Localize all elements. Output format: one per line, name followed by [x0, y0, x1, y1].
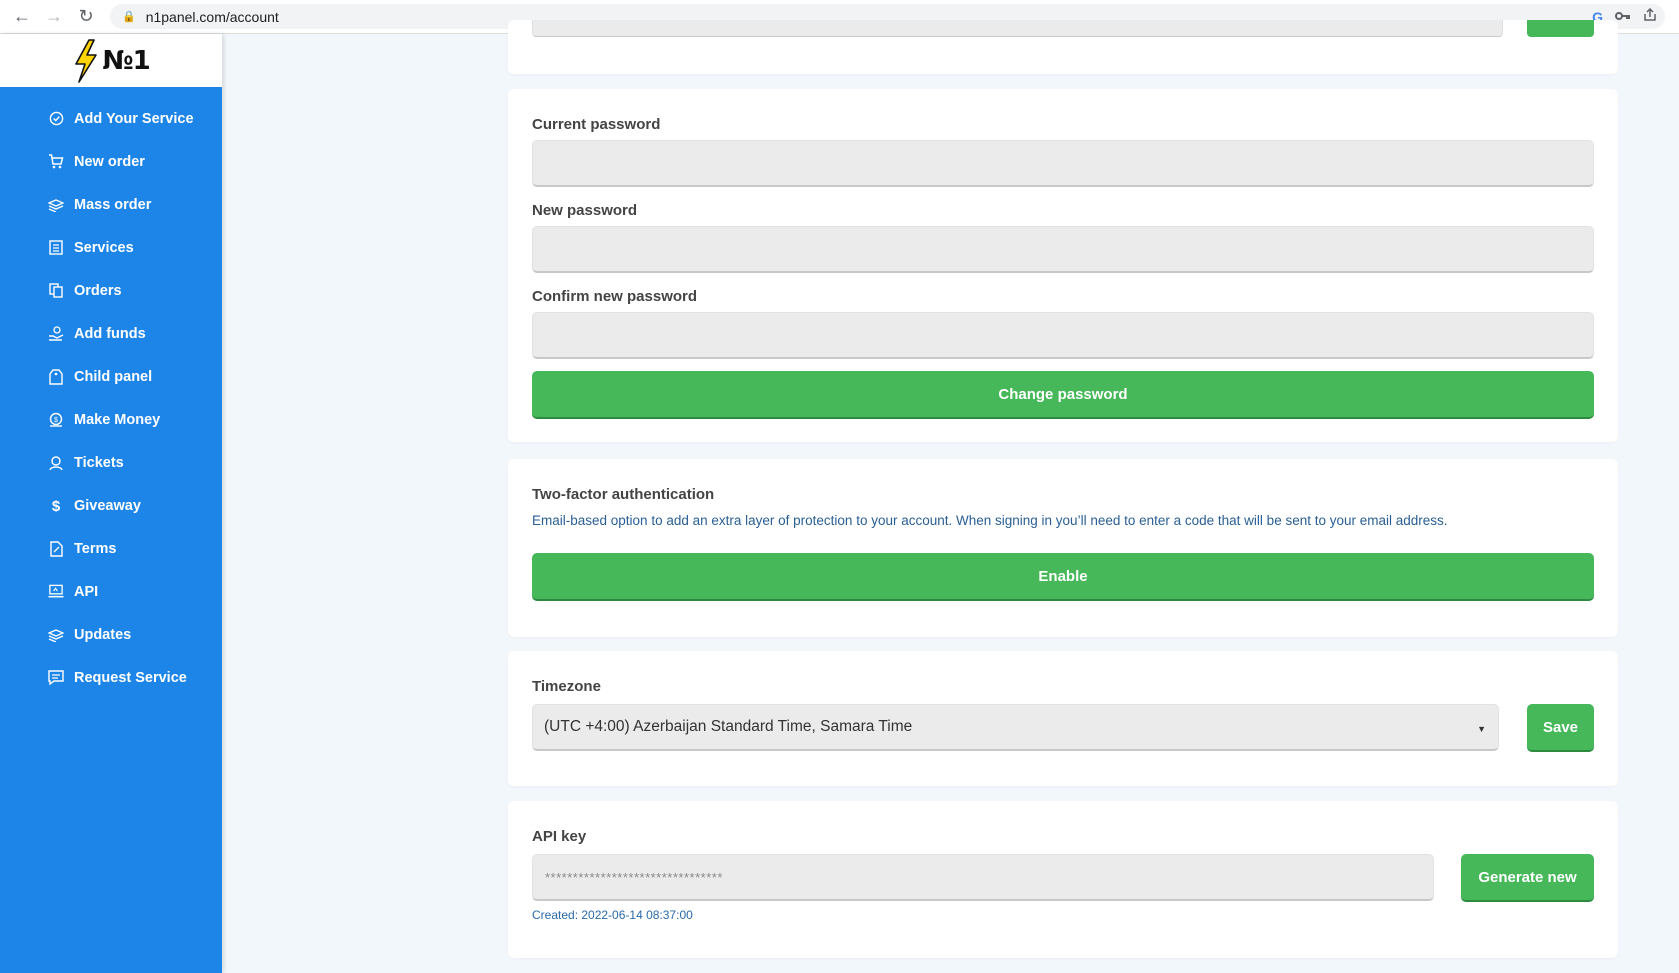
change-password-button[interactable]: Change password: [532, 371, 1594, 419]
api-key-field[interactable]: ********************************: [532, 854, 1434, 901]
sidebar: №1 Add Your Service New order Mass order…: [0, 34, 222, 973]
lock-icon: 🔒: [122, 11, 136, 23]
layers-icon: [48, 197, 64, 213]
share-icon[interactable]: [1643, 7, 1657, 25]
api-key-created-date: Created: 2022-06-14 08:37:00: [532, 908, 693, 922]
timezone-select[interactable]: (UTC +4:00) Azerbaijan Standard Time, Sa…: [532, 704, 1499, 751]
timezone-card: Timezone (UTC +4:00) Azerbaijan Standard…: [508, 651, 1618, 786]
check-circle-icon: [48, 111, 64, 127]
two-factor-card: Two-factor authentication Email-based op…: [508, 459, 1618, 637]
sidebar-item-child-panel[interactable]: Child panel: [0, 355, 222, 398]
new-password-label: New password: [532, 202, 638, 219]
copy-icon: [48, 283, 64, 299]
two-factor-title: Two-factor authentication: [532, 486, 715, 503]
sidebar-item-api[interactable]: API: [0, 570, 222, 613]
layers-icon: [48, 627, 64, 643]
document-icon: [48, 540, 64, 557]
api-key-value: ********************************: [545, 869, 723, 885]
sidebar-item-terms[interactable]: Terms: [0, 527, 222, 570]
coin-icon: $: [48, 412, 64, 428]
hand-money-icon: [48, 326, 64, 342]
sidebar-item-add-your-service[interactable]: Add Your Service: [0, 97, 222, 140]
sidebar-item-label: Services: [74, 239, 134, 256]
list-icon: [48, 240, 64, 256]
api-key-label: API key: [532, 828, 587, 845]
confirm-password-label: Confirm new password: [532, 288, 698, 305]
sidebar-item-make-money[interactable]: $ Make Money: [0, 398, 222, 441]
two-factor-description: Email-based option to add an extra layer…: [532, 513, 1448, 528]
email-save-button[interactable]: [1527, 20, 1594, 37]
sidebar-item-mass-order[interactable]: Mass order: [0, 183, 222, 226]
sidebar-item-label: Add Your Service: [74, 110, 194, 127]
support-icon: [48, 455, 64, 471]
sidebar-item-label: Child panel: [74, 368, 153, 385]
sidebar-item-label: Tickets: [74, 454, 124, 471]
sidebar-item-label: Request Service: [74, 669, 187, 686]
sidebar-item-updates[interactable]: Updates: [0, 613, 222, 656]
sidebar-item-label: Make Money: [74, 411, 161, 428]
timezone-label: Timezone: [532, 678, 601, 695]
timezone-save-button[interactable]: Save: [1527, 704, 1594, 752]
sidebar-item-add-funds[interactable]: Add funds: [0, 312, 222, 355]
caret-down-icon: ▼: [1477, 724, 1486, 734]
sidebar-item-label: New order: [74, 153, 145, 170]
sidebar-item-label: API: [74, 583, 99, 600]
sidebar-nav: Add Your Service New order Mass order Se…: [0, 97, 222, 699]
sidebar-item-new-order[interactable]: New order: [0, 140, 222, 183]
sidebar-item-giveaway[interactable]: $ Giveaway: [0, 484, 222, 527]
dollar-icon: $: [48, 498, 64, 514]
sidebar-item-orders[interactable]: Orders: [0, 269, 222, 312]
generate-api-key-button[interactable]: Generate new: [1461, 854, 1594, 902]
enable-2fa-button[interactable]: Enable: [532, 553, 1594, 601]
current-password-input[interactable]: [532, 140, 1594, 187]
svg-text:$: $: [52, 498, 61, 514]
key-icon[interactable]: [1615, 9, 1631, 24]
laptop-icon: [48, 584, 64, 600]
sidebar-item-label: Mass order: [74, 196, 152, 213]
email-card: [508, 20, 1618, 74]
chat-icon: [48, 670, 64, 686]
sidebar-item-label: Giveaway: [74, 497, 141, 514]
sidebar-item-request-service[interactable]: Request Service: [0, 656, 222, 699]
sidebar-item-label: Terms: [74, 540, 117, 557]
timezone-selected-value: (UTC +4:00) Azerbaijan Standard Time, Sa…: [544, 718, 913, 735]
change-password-card: Current password New password Confirm ne…: [508, 89, 1618, 442]
api-key-card: API key ********************************…: [508, 801, 1618, 958]
sidebar-item-tickets[interactable]: Tickets: [0, 441, 222, 484]
cart-icon: [48, 154, 64, 170]
back-arrow-icon[interactable]: ←: [6, 1, 38, 33]
confirm-password-input[interactable]: [532, 312, 1594, 359]
logo-text: №1: [102, 45, 150, 76]
tag-icon: [48, 368, 64, 385]
sidebar-item-label: Orders: [74, 282, 122, 299]
email-input[interactable]: [532, 20, 1503, 37]
current-password-label: Current password: [532, 116, 661, 133]
reload-icon[interactable]: ↻: [70, 1, 102, 33]
sidebar-item-label: Updates: [74, 626, 132, 643]
sidebar-item-label: Add funds: [74, 325, 146, 342]
logo[interactable]: №1: [0, 34, 222, 87]
lightning-bolt-icon: [75, 38, 98, 83]
new-password-input[interactable]: [532, 226, 1594, 273]
sidebar-item-services[interactable]: Services: [0, 226, 222, 269]
svg-text:$: $: [54, 417, 58, 424]
url-text: n1panel.com/account: [145, 8, 279, 25]
forward-arrow-icon[interactable]: →: [38, 1, 70, 33]
